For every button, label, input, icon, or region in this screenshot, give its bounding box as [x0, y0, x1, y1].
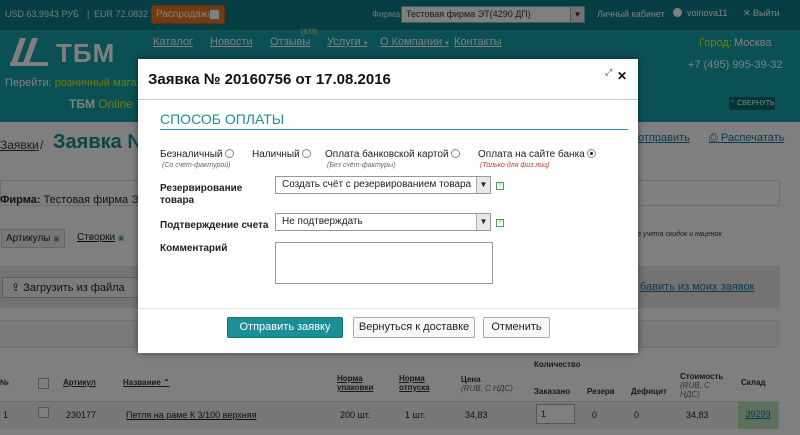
- payment-option-cashless[interactable]: Безналичный: [160, 149, 234, 160]
- submit-order-button[interactable]: Отправить заявку: [227, 317, 343, 338]
- cancel-button[interactable]: Отменить: [483, 317, 550, 338]
- payment-option-bank-site-sub: (Только для физ.лиц): [480, 162, 550, 169]
- back-to-delivery-button[interactable]: Вернуться к доставке: [353, 317, 475, 338]
- confirm-label: Подтверждение счета: [160, 220, 269, 231]
- payment-option-card[interactable]: Оплата банковской картой: [325, 149, 460, 160]
- payment-option-bank-site-label: Оплата на сайте банка: [478, 149, 585, 160]
- modal-title: Заявка № 20160756 от 17.08.2016: [148, 71, 391, 88]
- help-icon[interactable]: ?: [496, 182, 504, 190]
- radio-cashless[interactable]: [224, 149, 234, 158]
- payment-option-cashless-sub: (Со счёт-фактурой): [162, 162, 231, 169]
- comment-textarea[interactable]: [275, 242, 493, 284]
- modal-footer-divider: [138, 308, 638, 309]
- comment-label: Комментарий: [160, 243, 228, 254]
- modal-header-divider: [138, 99, 638, 100]
- confirm-select[interactable]: Не подтверждать ▼: [275, 213, 491, 231]
- order-modal: Заявка № 20160756 от 17.08.2016 ⤢ ✕ СПОС…: [138, 59, 638, 353]
- chevron-down-icon: ▼: [476, 177, 490, 193]
- reserve-select-value: Создать счёт с резервированием товара: [282, 179, 472, 190]
- close-icon[interactable]: ✕: [617, 69, 627, 83]
- payment-section-title: СПОСОБ ОПЛАТЫ: [160, 111, 285, 127]
- radio-card[interactable]: [450, 149, 460, 158]
- radio-cash[interactable]: [301, 149, 311, 158]
- payment-option-bank-site[interactable]: Оплата на сайте банка: [478, 149, 596, 160]
- radio-bank-site[interactable]: [586, 149, 596, 158]
- expand-icon[interactable]: ⤢: [605, 67, 612, 78]
- help-icon[interactable]: ?: [496, 219, 504, 227]
- section-divider: [160, 129, 628, 130]
- confirm-select-value: Не подтверждать: [282, 216, 363, 227]
- reserve-select[interactable]: Создать счёт с резервированием товара ▼: [275, 176, 491, 194]
- payment-option-card-label: Оплата банковской картой: [325, 149, 449, 160]
- payment-option-cash[interactable]: Наличный: [252, 149, 311, 160]
- reserve-label: Резервирование товара: [160, 183, 243, 206]
- chevron-down-icon: ▼: [476, 214, 490, 230]
- payment-option-cashless-label: Безналичный: [160, 149, 223, 160]
- payment-option-card-sub: (Без счёт-фактуры): [327, 162, 396, 169]
- payment-option-cash-label: Наличный: [252, 149, 300, 160]
